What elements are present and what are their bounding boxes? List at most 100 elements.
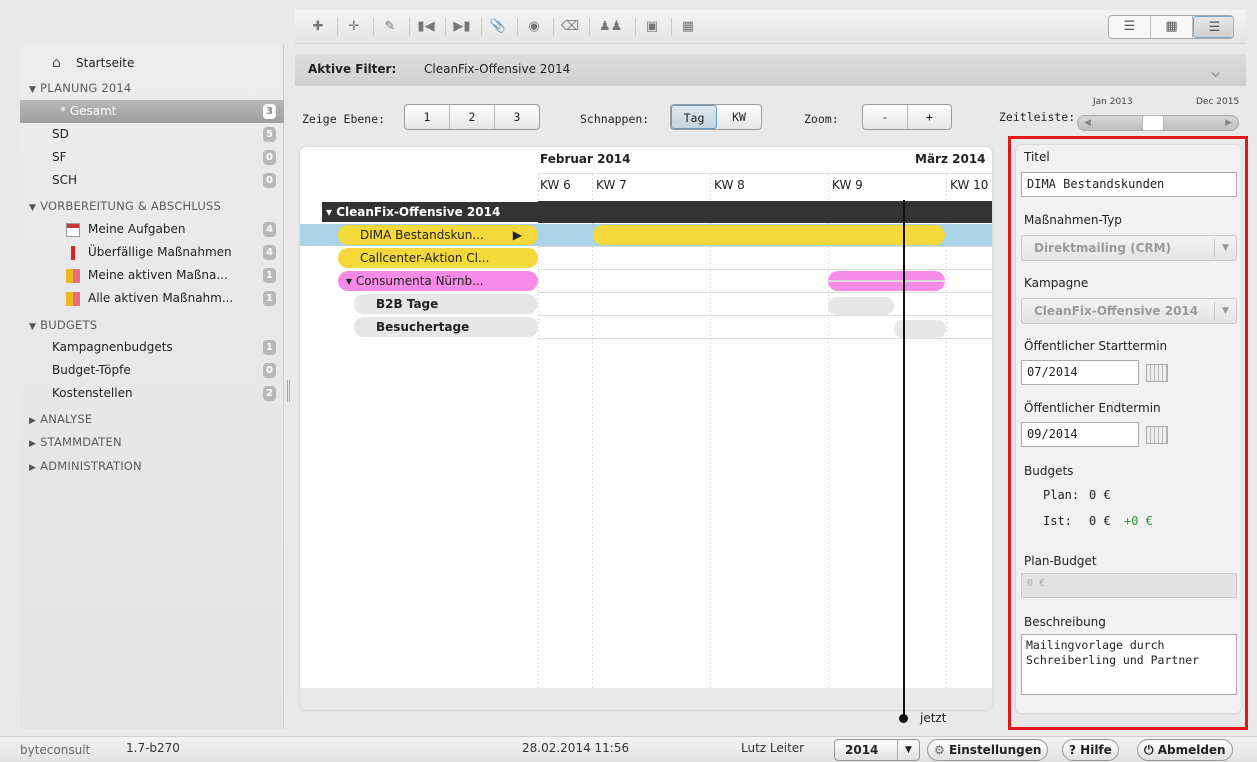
description-label: Beschreibung — [1024, 615, 1106, 629]
start-calendar-icon[interactable] — [1146, 364, 1168, 382]
sidebar-item-label: SD — [52, 127, 69, 141]
delete-trash-icon[interactable]: ⌫ — [559, 16, 581, 38]
month-header: März 2014 — [915, 152, 986, 166]
expanded-triangle-icon: ▼ — [29, 203, 37, 213]
gantt-row-callcenter[interactable]: Callcenter-Aktion Cl... — [338, 248, 538, 268]
week-header: KW 10 — [950, 178, 989, 192]
chevron-down-icon[interactable]: ⌄ — [1207, 58, 1224, 82]
snap-button-group: Tag KW — [670, 104, 762, 130]
sidebar-item-label: Alle aktiven Maßnahm... — [88, 291, 234, 305]
timeline-slider[interactable]: ◀ ▶ — [1077, 115, 1239, 131]
count-badge: 1 — [263, 268, 276, 283]
sidebar-resize-handle[interactable] — [287, 380, 290, 402]
type-select[interactable]: Direktmailing (CRM) ▼ — [1021, 235, 1237, 261]
section-planung[interactable]: ▼ PLANUNG 2014 — [29, 79, 131, 97]
week-header: KW 9 — [832, 178, 863, 192]
version-text: 1.7-b270 — [126, 741, 180, 755]
sidebar-item-budget-toepfe[interactable]: Budget-Töpfe 0 — [20, 359, 284, 382]
section-vorbereitung[interactable]: ▼ VORBEREITUNG & ABSCHLUSS — [29, 197, 221, 215]
level-3-button[interactable]: 3 — [495, 105, 539, 129]
now-label: jetzt — [920, 711, 947, 725]
sidebar-item-sf[interactable]: SF 0 — [20, 146, 284, 169]
plan-value: 0 € — [1089, 488, 1111, 502]
move-right-icon[interactable]: ▶▮ — [451, 16, 473, 38]
count-badge: 5 — [263, 127, 276, 142]
sidebar-item-kampagnenbudgets[interactable]: Kampagnenbudgets 1 — [20, 336, 284, 359]
list-view-icon[interactable]: ☰ — [1109, 16, 1151, 38]
sidebar-item-meine-aufgaben[interactable]: Meine Aufgaben 4 — [20, 218, 284, 241]
b2b-timeline-bar[interactable] — [828, 297, 894, 315]
zoom-out-button[interactable]: - — [863, 105, 908, 129]
view-eye-icon[interactable]: ◉ — [523, 16, 545, 38]
campaign-select[interactable]: CleanFix-Offensive 2014 ▼ — [1021, 298, 1237, 324]
sidebar-item-ueberfaellige[interactable]: Überfällige Maßnahmen 4 — [20, 241, 284, 264]
sidebar-item-label: SF — [52, 150, 67, 164]
gantt-horizontal-scrollbar[interactable] — [300, 688, 992, 710]
ist-delta: +0 € — [1124, 514, 1153, 528]
zoom-in-button[interactable]: + — [908, 105, 951, 129]
end-calendar-icon[interactable] — [1146, 426, 1168, 444]
filter-label: Aktive Filter: — [308, 62, 397, 76]
campaign-row-bar[interactable] — [538, 201, 992, 223]
logout-button[interactable]: ⏻ Abmelden — [1137, 739, 1233, 761]
help-button[interactable]: ? Hilfe — [1062, 739, 1119, 761]
sidebar-item-kostenstellen[interactable]: Kostenstellen 2 — [20, 382, 284, 405]
count-badge: 1 — [263, 291, 276, 306]
sidebar-item-home[interactable]: ⌂ Startseite — [20, 52, 284, 75]
dropdown-arrow-icon: ▼ — [897, 740, 912, 760]
sidebar-item-meine-aktiven[interactable]: Meine aktiven Maßna... 1 — [20, 264, 284, 287]
sidebar-item-alle-aktiven[interactable]: Alle aktiven Maßnahm... 1 — [20, 287, 284, 310]
excel-export-icon[interactable]: ▦ — [677, 16, 699, 38]
week-header: KW 7 — [596, 178, 627, 192]
add-icon[interactable]: ✚ — [307, 16, 329, 38]
gantt-row-besuchertage[interactable]: Besuchertage — [354, 317, 538, 337]
sidebar-item-label: Kostenstellen — [52, 386, 133, 400]
gantt-row-campaign[interactable]: ▾ CleanFix-Offensive 2014 — [322, 202, 538, 222]
count-badge: 1 — [263, 340, 276, 355]
section-stammdaten[interactable]: ▶ STAMMDATEN — [29, 433, 122, 451]
timeline-start-label: Jan 2013 — [1093, 97, 1133, 107]
add-child-icon[interactable]: ✛ — [343, 16, 365, 38]
slider-thumb[interactable] — [1142, 115, 1164, 131]
move-left-icon[interactable]: ▮◀ — [415, 16, 437, 38]
sidebar-item-label: Meine Aufgaben — [88, 222, 186, 236]
count-badge: 0 — [263, 363, 276, 378]
gantt-row-b2b[interactable]: B2B Tage — [354, 294, 538, 314]
edit-pencil-icon[interactable]: ✎ — [379, 16, 401, 38]
user-name: Lutz Leiter — [741, 741, 805, 755]
slider-right-arrow-icon[interactable]: ▶ — [1225, 116, 1232, 130]
export-icon[interactable]: ▣ — [641, 16, 663, 38]
section-administration[interactable]: ▶ ADMINISTRATION — [29, 457, 142, 475]
grid-view-icon[interactable]: ▦ — [1151, 16, 1193, 38]
cursor-icon: ▶ — [512, 228, 522, 242]
assign-users-icon[interactable]: ♟♟ — [599, 16, 622, 38]
year-select[interactable]: 2014 ▼ — [834, 739, 920, 761]
gantt-view-icon[interactable]: ☰ — [1193, 16, 1233, 38]
count-badge: 2 — [263, 386, 276, 401]
sidebar-item-sd[interactable]: SD 5 — [20, 123, 284, 146]
start-date-input[interactable]: 07/2014 — [1021, 360, 1139, 385]
level-2-button[interactable]: 2 — [450, 105, 495, 129]
section-analyse[interactable]: ▶ ANALYSE — [29, 410, 92, 428]
gantt-row-dima[interactable]: DIMA Bestandskun... ▶ — [338, 225, 538, 245]
end-date-label: Öffentlicher Endtermin — [1024, 401, 1161, 415]
power-icon: ⏻ — [1144, 743, 1154, 757]
slider-left-arrow-icon[interactable]: ◀ — [1084, 116, 1091, 130]
description-textarea[interactable]: Mailingvorlage durch Schreiberling und P… — [1021, 634, 1237, 695]
settings-button[interactable]: ⚙ Einstellungen — [927, 739, 1049, 761]
section-budgets[interactable]: ▼ BUDGETS — [29, 316, 97, 334]
gantt-row-consumenta[interactable]: ▾ Consumenta Nürnb... — [338, 271, 538, 291]
dima-timeline-bar[interactable] — [593, 225, 945, 245]
datetime-text: 28.02.2014 11:56 — [522, 741, 630, 755]
zoom-label: Zoom: — [804, 112, 839, 126]
snap-day-button[interactable]: Tag — [671, 105, 717, 129]
sidebar-item-gesamt[interactable]: * Gesamt 3 — [20, 100, 284, 123]
besuchertage-timeline-bar[interactable] — [894, 320, 946, 338]
snap-week-button[interactable]: KW — [717, 105, 761, 129]
title-input[interactable]: DIMA Bestandskunden — [1021, 172, 1237, 197]
sidebar-item-sch[interactable]: SCH 0 — [20, 169, 284, 192]
end-date-input[interactable]: 09/2014 — [1021, 422, 1139, 447]
level-1-button[interactable]: 1 — [405, 105, 450, 129]
plan-budget-input[interactable]: 0 € — [1021, 573, 1237, 598]
attachment-icon[interactable]: 📎 — [487, 16, 509, 38]
